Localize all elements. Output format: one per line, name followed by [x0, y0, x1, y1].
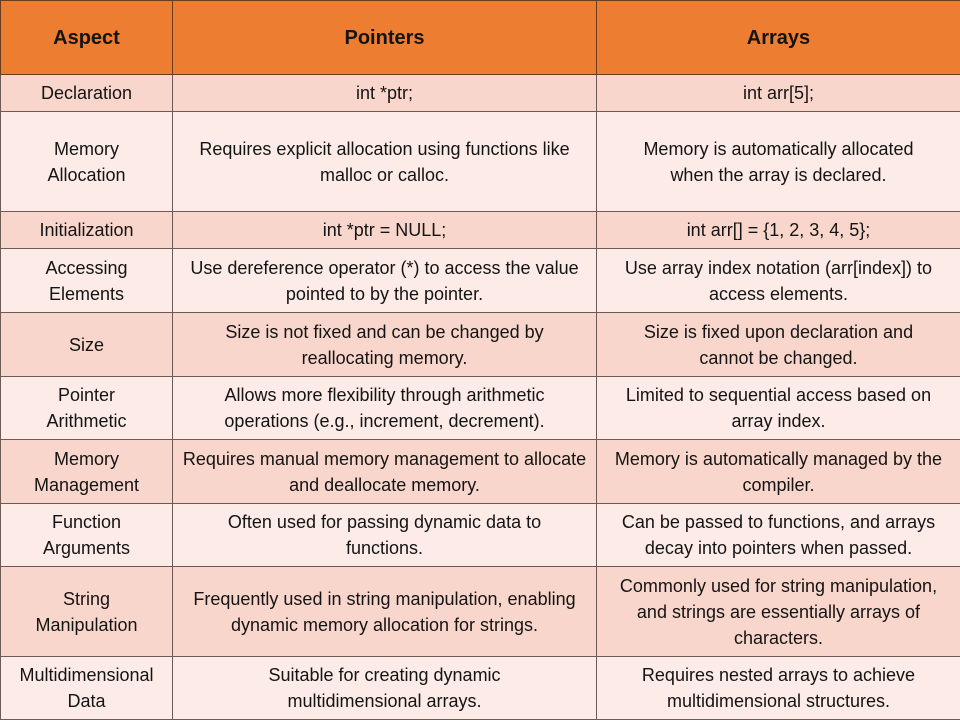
cell-pointers: int *ptr; — [172, 74, 597, 112]
table-row: Memory Management Requires manual memory… — [0, 439, 960, 504]
cell-arrays: Size is fixed upon declaration and canno… — [596, 312, 960, 377]
cell-aspect: Memory Management — [0, 439, 173, 504]
cell-pointers: Requires manual memory management to all… — [172, 439, 597, 504]
cell-aspect: Initialization — [0, 211, 173, 249]
cell-arrays: Memory is automatically allocated when t… — [596, 111, 960, 212]
cell-aspect: Pointer Arithmetic — [0, 376, 173, 440]
cell-pointers: Use dereference operator (*) to access t… — [172, 248, 597, 313]
cell-pointers: Size is not fixed and can be changed by … — [172, 312, 597, 377]
table-row: Accessing Elements Use dereference opera… — [0, 248, 960, 313]
table-row: Pointer Arithmetic Allows more flexibili… — [0, 376, 960, 440]
cell-arrays: Limited to sequential access based on ar… — [596, 376, 960, 440]
cell-pointers: Suitable for creating dynamic multidimen… — [172, 656, 597, 720]
cell-aspect: Multidimensional Data — [0, 656, 173, 720]
cell-aspect: Accessing Elements — [0, 248, 173, 313]
cell-arrays: int arr[5]; — [596, 74, 960, 112]
cell-arrays: Requires nested arrays to achieve multid… — [596, 656, 960, 720]
cell-pointers: int *ptr = NULL; — [172, 211, 597, 249]
cell-aspect: Function Arguments — [0, 503, 173, 567]
header-aspect: Aspect — [0, 0, 173, 75]
table-row: String Manipulation Frequently used in s… — [0, 566, 960, 657]
cell-pointers: Frequently used in string manipulation, … — [172, 566, 597, 657]
header-arrays: Arrays — [596, 0, 960, 75]
cell-arrays: Commonly used for string manipulation, a… — [596, 566, 960, 657]
cell-arrays: Use array index notation (arr[index]) to… — [596, 248, 960, 313]
cell-aspect: Declaration — [0, 74, 173, 112]
header-row: Aspect Pointers Arrays — [0, 0, 960, 75]
cell-aspect: Memory Allocation — [0, 111, 173, 212]
table-row: Declaration int *ptr; int arr[5]; — [0, 74, 960, 112]
cell-pointers: Often used for passing dynamic data to f… — [172, 503, 597, 567]
header-pointers: Pointers — [172, 0, 597, 75]
table-row: Function Arguments Often used for passin… — [0, 503, 960, 567]
table-row: Size Size is not fixed and can be change… — [0, 312, 960, 377]
table-row: Initialization int *ptr = NULL; int arr[… — [0, 211, 960, 249]
cell-arrays: Can be passed to functions, and arrays d… — [596, 503, 960, 567]
table-row: Multidimensional Data Suitable for creat… — [0, 656, 960, 720]
cell-aspect: Size — [0, 312, 173, 377]
cell-pointers: Requires explicit allocation using funct… — [172, 111, 597, 212]
table-row: Memory Allocation Requires explicit allo… — [0, 111, 960, 212]
cell-arrays: int arr[] = {1, 2, 3, 4, 5}; — [596, 211, 960, 249]
comparison-table: Aspect Pointers Arrays Declaration int *… — [0, 0, 960, 720]
cell-arrays: Memory is automatically managed by the c… — [596, 439, 960, 504]
cell-pointers: Allows more flexibility through arithmet… — [172, 376, 597, 440]
cell-aspect: String Manipulation — [0, 566, 173, 657]
